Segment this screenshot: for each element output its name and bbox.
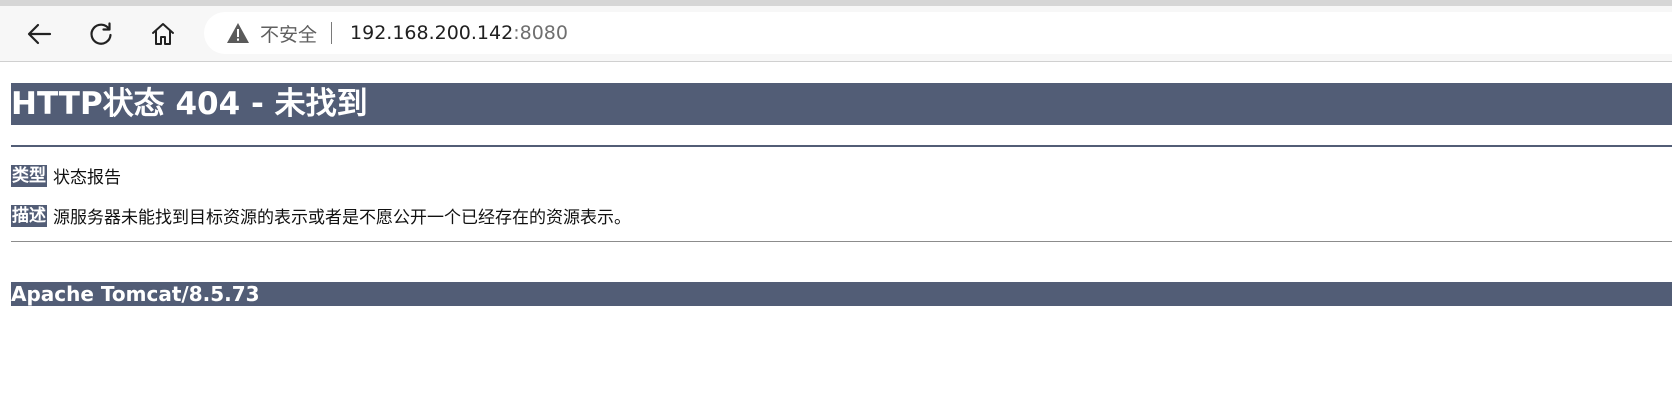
warning-triangle-icon[interactable]	[226, 22, 250, 44]
page-title: HTTP状态 404 - 未找到	[11, 83, 1672, 125]
back-button[interactable]	[19, 14, 59, 54]
url-host: 192.168.200.142	[350, 22, 514, 44]
reload-icon	[90, 22, 112, 45]
type-row: 类型 状态报告	[11, 163, 121, 188]
url-text[interactable]: 192.168.200.142:8080	[350, 22, 568, 44]
address-separator	[331, 22, 333, 44]
type-value: 状态报告	[53, 168, 121, 188]
title-divider	[11, 145, 1672, 147]
url-port: :8080	[513, 22, 568, 44]
type-label: 类型	[11, 164, 47, 187]
security-status-label[interactable]: 不安全	[260, 20, 317, 47]
home-button[interactable]	[143, 14, 183, 54]
description-row: 描述 源服务器未能找到目标资源的表示或者是不愿公开一个已经存在的资源表示。	[11, 203, 631, 228]
reload-button[interactable]	[81, 14, 121, 54]
back-arrow-icon	[27, 23, 52, 45]
server-version-footer: Apache Tomcat/8.5.73	[11, 282, 1672, 306]
address-bar[interactable]: 不安全 192.168.200.142:8080	[204, 12, 1672, 54]
footer-divider	[11, 241, 1672, 242]
browser-toolbar: 不安全 192.168.200.142:8080	[0, 6, 1672, 62]
home-icon	[152, 23, 174, 45]
description-value: 源服务器未能找到目标资源的表示或者是不愿公开一个已经存在的资源表示。	[53, 208, 631, 228]
description-label: 描述	[11, 204, 47, 227]
